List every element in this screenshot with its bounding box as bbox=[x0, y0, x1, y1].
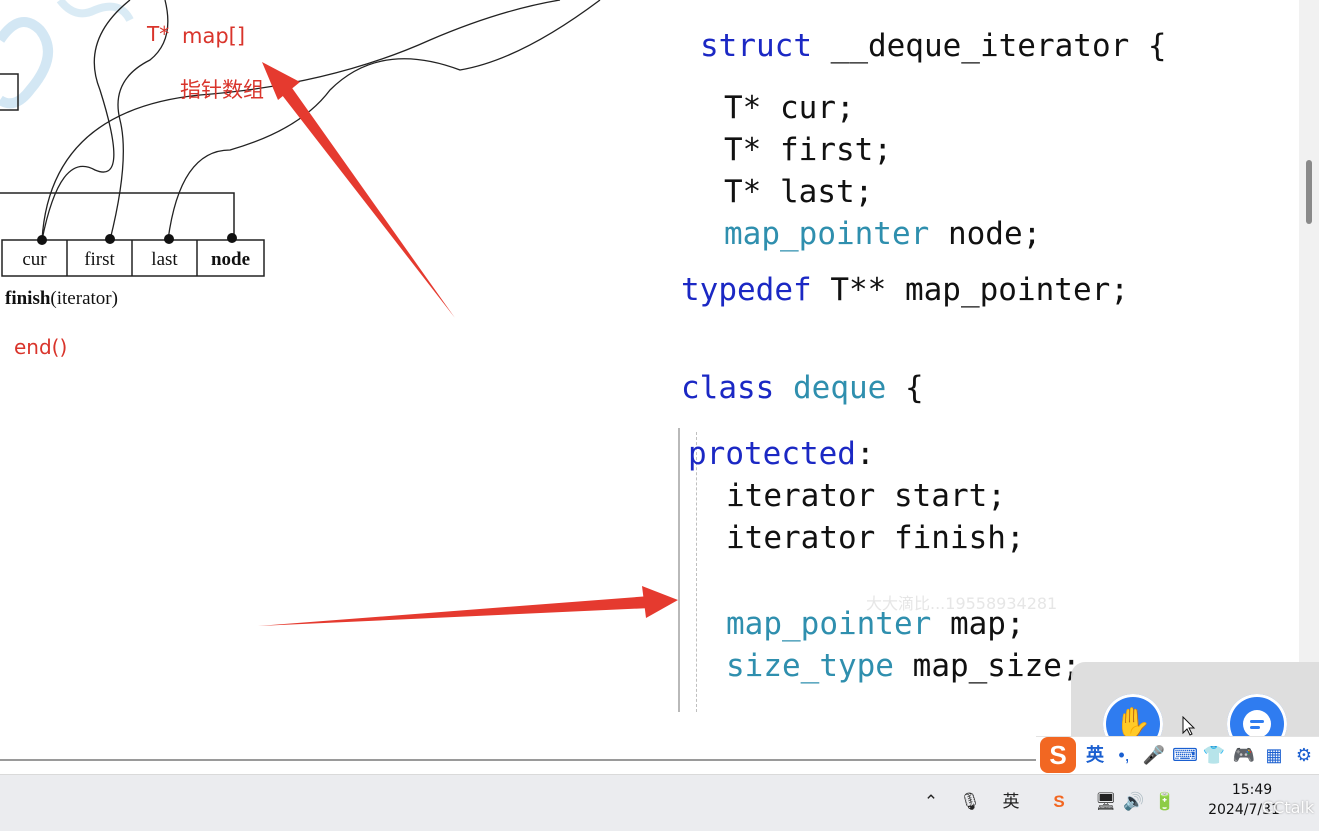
network-icon[interactable]: 🖥 bbox=[1094, 790, 1118, 814]
end-note: end() bbox=[14, 335, 68, 359]
field-first: first bbox=[84, 249, 115, 270]
code-protected-line: protected: bbox=[688, 436, 875, 472]
code-map-size-line: size_type map_size; bbox=[726, 648, 1081, 684]
window-horizontal-scrollbar[interactable] bbox=[0, 759, 1040, 761]
pointer-array-note: 指针数组 bbox=[180, 78, 264, 102]
sogou-ime-logo[interactable]: S bbox=[1040, 737, 1076, 773]
iterator-kind: (iterator) bbox=[50, 288, 118, 309]
code-member-node: map_pointer node; bbox=[724, 216, 1042, 252]
ime-punctuation-toggle[interactable]: •, bbox=[1112, 742, 1136, 768]
input-language-indicator[interactable]: 英 bbox=[998, 790, 1024, 814]
mouse-cursor-icon bbox=[1182, 716, 1196, 736]
vertical-scrollbar[interactable] bbox=[1299, 0, 1319, 760]
watermark: 大大滴比...19558934281 bbox=[866, 594, 1058, 613]
code-member-first: T* first; bbox=[724, 132, 892, 168]
code-typedef-line: typedef T** map_pointer; bbox=[681, 272, 1129, 308]
iterator-name: finish bbox=[5, 288, 51, 309]
microphone-icon[interactable]: 🎙 bbox=[958, 790, 982, 814]
scope-bar bbox=[678, 428, 680, 712]
show-hidden-icons-chevron-icon[interactable]: ⌃ bbox=[920, 790, 942, 814]
ime-game-icon[interactable]: 🎮 bbox=[1232, 742, 1256, 768]
screen: T* map[] 指针数组 cur first last node finish… bbox=[0, 0, 1319, 831]
ime-language-toggle[interactable]: 英 bbox=[1083, 742, 1107, 768]
scrollbar-thumb[interactable] bbox=[1306, 160, 1312, 224]
code-finish-line: iterator finish; bbox=[726, 520, 1025, 556]
red-arrow-to-map bbox=[258, 586, 678, 626]
code-start-line: iterator start; bbox=[726, 478, 1006, 514]
ime-keyboard-icon[interactable]: ⌨ bbox=[1172, 742, 1198, 768]
field-cur: cur bbox=[22, 249, 47, 270]
indent-guide bbox=[696, 432, 697, 712]
deque-iterator-diagram bbox=[0, 0, 601, 318]
code-member-last: T* last; bbox=[724, 174, 874, 210]
clock-time[interactable]: 15:49 bbox=[1222, 782, 1282, 798]
volume-icon[interactable]: 🔊 bbox=[1122, 790, 1146, 814]
ime-skin-icon[interactable]: 👕 bbox=[1202, 742, 1226, 768]
code-member-cur: T* cur; bbox=[724, 90, 855, 126]
pointer-type-note: T* bbox=[147, 22, 170, 46]
field-node: node bbox=[210, 249, 251, 270]
sogou-tray-icon[interactable]: S bbox=[1046, 790, 1072, 814]
code-class-line: class deque { bbox=[681, 370, 924, 406]
code-struct-line: struct __deque_iterator { bbox=[700, 28, 1167, 64]
ime-settings-icon[interactable]: ⚙ bbox=[1292, 742, 1316, 768]
battery-icon[interactable]: 🔋 bbox=[1152, 790, 1178, 814]
map-array-note: map[] bbox=[182, 24, 246, 48]
field-last: last bbox=[151, 249, 178, 270]
iterator-caption: finish(iterator) bbox=[5, 288, 118, 310]
ime-apps-icon[interactable]: ▦ bbox=[1262, 742, 1286, 768]
ime-microphone-icon[interactable]: 🎤 bbox=[1142, 742, 1166, 768]
cctalk-watermark: CCtalk bbox=[1262, 798, 1315, 817]
